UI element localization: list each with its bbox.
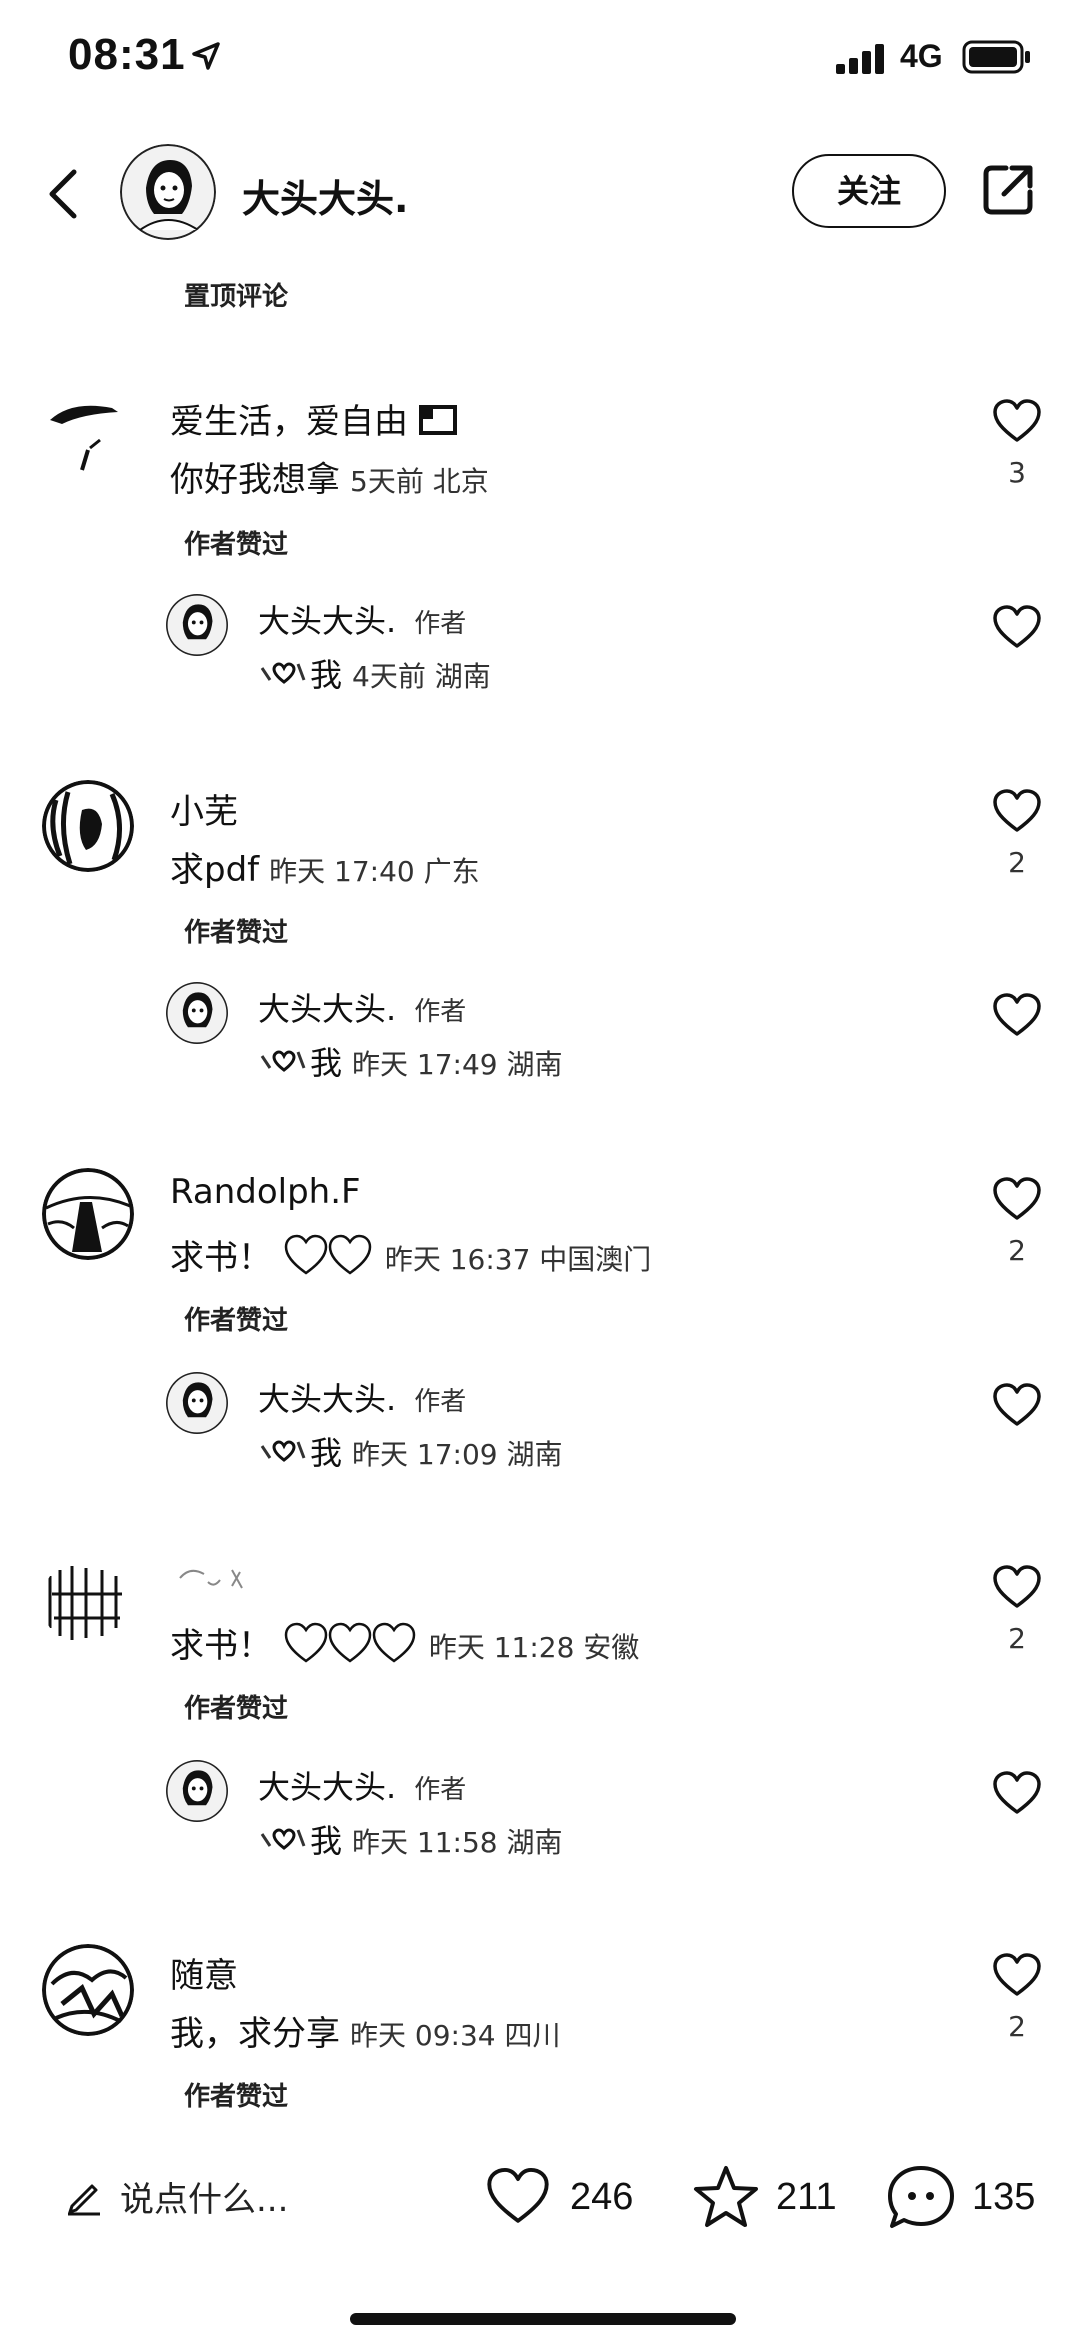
commenter-avatar[interactable] bbox=[42, 390, 134, 482]
heart-emoji-icon bbox=[284, 1622, 416, 1663]
like-count: 2 bbox=[1008, 846, 1026, 879]
like-count: 2 bbox=[1008, 1234, 1026, 1267]
reply-meta: 昨天 17:49 湖南 bbox=[352, 1048, 563, 1081]
location-arrow-icon bbox=[192, 42, 220, 70]
author-liked-badge: 作者赞过 bbox=[184, 1306, 289, 1336]
follow-button[interactable]: 关注 bbox=[792, 154, 946, 228]
reply-author-name: 大头大头. 作者 bbox=[258, 602, 467, 640]
like-count: 3 bbox=[1008, 456, 1026, 489]
reply-author-name: 大头大头. 作者 bbox=[258, 1768, 467, 1806]
heart-hands-emoji-icon bbox=[260, 1828, 306, 1850]
pinned-comment-label: 置顶评论 bbox=[184, 282, 289, 312]
flag-emoji-icon bbox=[418, 405, 457, 435]
reply-meta: 4天前 湖南 bbox=[352, 660, 491, 693]
reply-author-name: 大头大头. 作者 bbox=[258, 990, 467, 1028]
status-bar: 08:31 4G bbox=[0, 0, 1080, 120]
commenter-name bbox=[170, 1560, 270, 1605]
blurred-emoji-icon bbox=[179, 1569, 243, 1589]
heart-icon[interactable] bbox=[992, 1564, 1042, 1610]
bottom-action-bar: 说点什么... 246 211 135 bbox=[0, 2140, 1080, 2250]
favorite-button[interactable]: 211 bbox=[692, 2162, 842, 2232]
comment-total: 135 bbox=[972, 2176, 1036, 2218]
commenter-name: Randolph.F bbox=[170, 1172, 361, 1212]
status-time: 08:31 bbox=[68, 30, 186, 79]
battery-icon bbox=[962, 40, 1030, 74]
network-type: 4G bbox=[900, 38, 943, 74]
heart-hands-emoji-icon bbox=[260, 1050, 306, 1072]
like-total: 246 bbox=[570, 2176, 634, 2218]
heart-icon bbox=[487, 2167, 549, 2223]
author-tag: 作者 bbox=[414, 609, 467, 639]
reply-avatar[interactable] bbox=[166, 1760, 228, 1822]
heart-hands-emoji-icon bbox=[260, 1440, 306, 1462]
reply-author-name: 大头大头. 作者 bbox=[258, 1380, 467, 1418]
author-liked-badge: 作者赞过 bbox=[184, 530, 289, 560]
reply-text[interactable]: 我昨天 17:09 湖南 bbox=[258, 1428, 563, 1474]
commenter-name: 爱生活，爱自由 bbox=[170, 394, 459, 443]
comment-text[interactable]: 求pdf 昨天 17:40 广东 bbox=[170, 842, 480, 891]
author-tag: 作者 bbox=[414, 997, 467, 1027]
reply-meta: 昨天 17:09 湖南 bbox=[352, 1438, 563, 1471]
favorite-total: 211 bbox=[776, 2176, 837, 2218]
commenter-avatar[interactable] bbox=[42, 780, 134, 872]
reply-text[interactable]: 我 4天前 湖南 bbox=[258, 650, 491, 696]
header: 大头大头. 关注 bbox=[0, 140, 1080, 250]
share-icon[interactable] bbox=[980, 162, 1036, 218]
heart-icon[interactable] bbox=[992, 1770, 1042, 1816]
author-tag: 作者 bbox=[414, 1387, 467, 1417]
comment-meta: 昨天 16:37 中国澳门 bbox=[384, 1243, 652, 1276]
back-arrow-icon[interactable] bbox=[40, 164, 90, 224]
reply-text[interactable]: 我昨天 11:58 湖南 bbox=[258, 1816, 563, 1862]
comment-text[interactable]: 你好我想拿 5天前 北京 bbox=[170, 452, 489, 501]
comment-text[interactable]: 求书！ 昨天 16:37 中国澳门 bbox=[170, 1230, 651, 1279]
heart-icon[interactable] bbox=[992, 1176, 1042, 1222]
author-liked-badge: 作者赞过 bbox=[184, 918, 289, 948]
heart-icon[interactable] bbox=[992, 788, 1042, 834]
author-avatar[interactable] bbox=[120, 144, 216, 240]
author-tag: 作者 bbox=[414, 1775, 467, 1805]
home-indicator[interactable] bbox=[350, 2313, 736, 2325]
reply-avatar[interactable] bbox=[166, 594, 228, 656]
author-name[interactable]: 大头大头. bbox=[242, 168, 408, 223]
comment-bubble-icon bbox=[888, 2166, 954, 2228]
commenter-name: 随意 bbox=[170, 1956, 238, 1996]
heart-icon[interactable] bbox=[992, 398, 1042, 444]
like-count: 2 bbox=[1008, 1622, 1026, 1655]
author-liked-badge: 作者赞过 bbox=[184, 1694, 289, 1724]
heart-icon[interactable] bbox=[992, 1382, 1042, 1428]
comment-button[interactable]: 135 bbox=[886, 2162, 1046, 2232]
comment-meta: 昨天 09:34 四川 bbox=[350, 2019, 561, 2052]
commenter-name: 小芜 bbox=[170, 792, 238, 832]
like-count: 2 bbox=[1008, 2010, 1026, 2043]
reply-meta: 昨天 11:58 湖南 bbox=[352, 1826, 563, 1859]
pen-icon bbox=[68, 2184, 100, 2216]
star-icon bbox=[694, 2166, 758, 2227]
heart-icon[interactable] bbox=[992, 1952, 1042, 1998]
comment-meta: 昨天 11:28 安徽 bbox=[428, 1631, 640, 1664]
heart-icon[interactable] bbox=[992, 604, 1042, 650]
comment-input-placeholder: 说点什么... bbox=[120, 2180, 289, 2220]
author-liked-badge: 作者赞过 bbox=[184, 2082, 289, 2112]
commenter-avatar[interactable] bbox=[42, 1168, 134, 1260]
comment-meta: 昨天 17:40 广东 bbox=[269, 855, 480, 888]
heart-hands-emoji-icon bbox=[260, 662, 306, 684]
comment-text[interactable]: 求书！ 昨天 11:28 安徽 bbox=[170, 1618, 639, 1667]
commenter-avatar[interactable] bbox=[42, 1556, 134, 1648]
comment-text[interactable]: 我，求分享 昨天 09:34 四川 bbox=[170, 2006, 561, 2055]
comment-meta: 5天前 北京 bbox=[350, 465, 489, 498]
reply-avatar[interactable] bbox=[166, 982, 228, 1044]
cellular-signal-icon bbox=[836, 44, 884, 74]
reply-text[interactable]: 我昨天 17:49 湖南 bbox=[258, 1038, 563, 1084]
commenter-avatar[interactable] bbox=[42, 1944, 134, 2036]
like-button[interactable]: 246 bbox=[484, 2162, 644, 2232]
heart-emoji-icon bbox=[284, 1234, 372, 1275]
heart-icon[interactable] bbox=[992, 992, 1042, 1038]
reply-avatar[interactable] bbox=[166, 1372, 228, 1434]
